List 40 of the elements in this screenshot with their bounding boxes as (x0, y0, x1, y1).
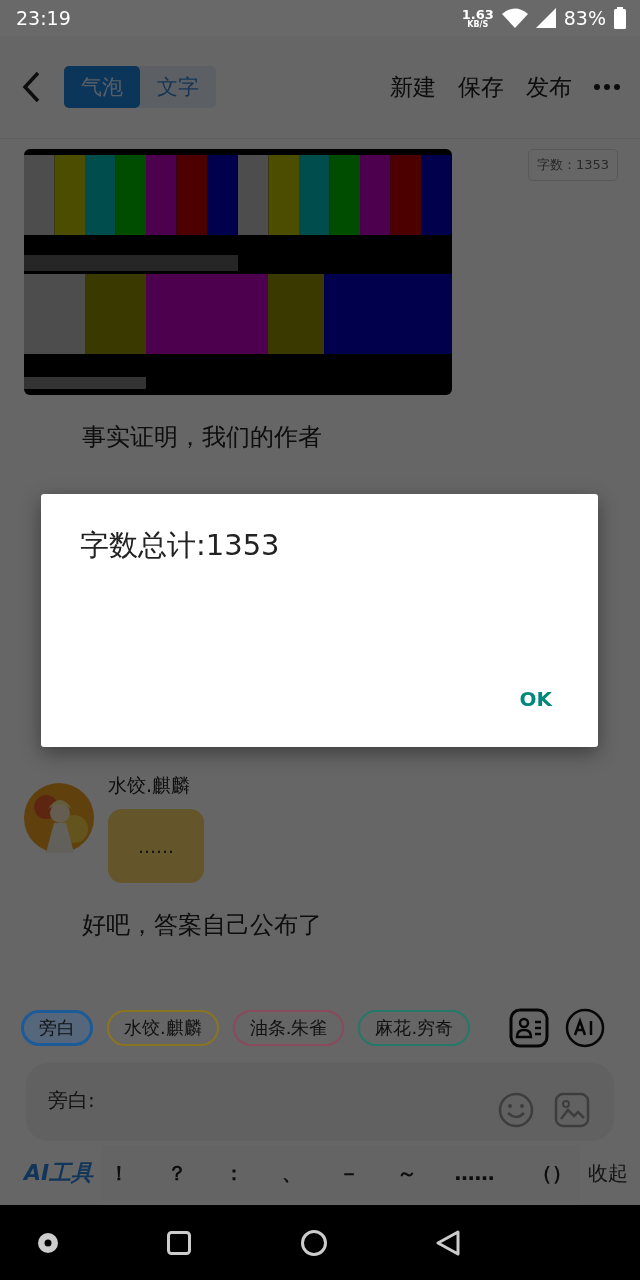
wifi-icon (501, 8, 528, 28)
ok-button[interactable]: OK (509, 681, 562, 717)
character-chip[interactable]: 麻花.穷奇 (358, 1010, 471, 1046)
contact-card-icon[interactable] (509, 1008, 549, 1048)
punctuation-key[interactable]: ？ (166, 1159, 187, 1187)
dialog-message: 字数总计:1353 (80, 527, 280, 564)
mode-tab[interactable]: 文字 (140, 66, 216, 108)
punctuation-key[interactable]: ～ (396, 1159, 417, 1187)
narration-text: 好吧，答案自己公布了 (82, 910, 323, 941)
mode-tab[interactable]: 气泡 (64, 66, 140, 108)
status-time: 23:19 (16, 7, 71, 29)
battery-icon (614, 7, 626, 29)
narration-text: 事实证明，我们的作者 (82, 422, 323, 453)
dot-icon[interactable] (38, 1232, 58, 1253)
character-name: 水饺.麒麟 (108, 773, 192, 798)
speech-bubble[interactable]: …… (108, 809, 204, 883)
collapse-button[interactable]: 收起 (588, 1159, 628, 1187)
more-icon[interactable] (594, 84, 620, 90)
network-unit: KB/S (467, 20, 489, 29)
punctuation-key[interactable]: （） (531, 1159, 572, 1187)
punctuation-key[interactable]: …… (454, 1161, 495, 1185)
punctuation-key[interactable]: ！ (109, 1159, 130, 1187)
ai-icon[interactable] (565, 1008, 605, 1048)
action-button[interactable]: 新建 (390, 71, 436, 103)
input-field[interactable]: 旁白: (46, 1087, 478, 1113)
network-speed: 1.63 (461, 7, 494, 21)
action-button[interactable]: 发布 (526, 71, 572, 103)
character-chip[interactable]: 水饺.麒麟 (107, 1010, 219, 1046)
word-count-badge[interactable]: 字数：1353 (527, 149, 618, 181)
punctuation-key[interactable]: 、 (281, 1159, 302, 1187)
action-button[interactable]: 保存 (458, 71, 504, 103)
character-chip[interactable]: 油条.朱雀 (232, 1010, 345, 1046)
punctuation-key[interactable]: － (339, 1159, 360, 1187)
character-chip[interactable]: 旁白 (21, 1010, 93, 1046)
battery-level: 83% (563, 7, 606, 29)
punctuation-key[interactable]: ： (224, 1159, 245, 1187)
signal-icon (535, 8, 556, 28)
ai-tools-button[interactable]: AI工具 (24, 1158, 94, 1188)
home-icon[interactable] (300, 1229, 327, 1256)
recents-icon[interactable] (167, 1230, 192, 1255)
